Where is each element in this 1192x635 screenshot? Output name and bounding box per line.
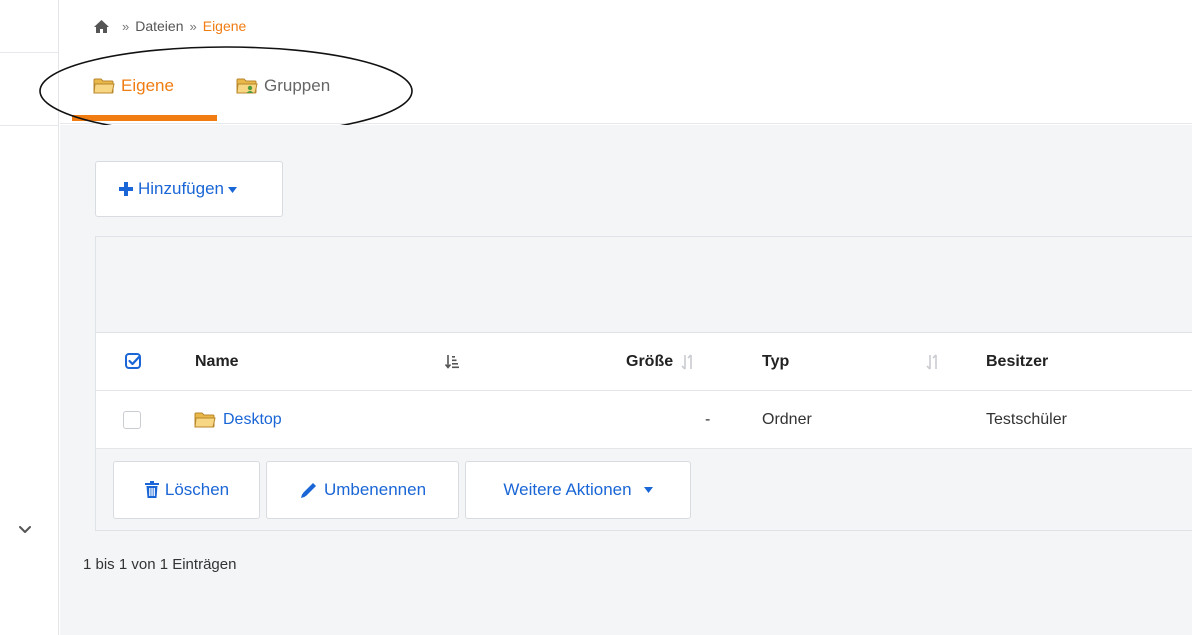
row-select-cell bbox=[123, 391, 141, 448]
chevron-down-icon[interactable] bbox=[14, 518, 36, 540]
breadcrumb-item-eigene[interactable]: Eigene bbox=[203, 18, 247, 34]
trash-icon bbox=[144, 481, 159, 498]
checkbox-all-icon[interactable] bbox=[124, 352, 144, 372]
table-actions: Löschen Umbenennen Weitere Aktionen bbox=[96, 449, 1192, 532]
pagination-info: 1 bis 1 von 1 Einträgen bbox=[83, 556, 237, 573]
column-header-label: Größe bbox=[626, 352, 674, 370]
sort-icon bbox=[445, 354, 459, 369]
file-table-panel: Name Größe Typ Besitzer Desktop - Ordner… bbox=[95, 236, 1192, 531]
caret-down-icon bbox=[643, 487, 653, 493]
breadcrumb-separator: » bbox=[122, 18, 130, 34]
name-sort-control[interactable] bbox=[445, 333, 459, 390]
file-link-desktop[interactable]: Desktop bbox=[223, 411, 282, 429]
typ-sort-control[interactable] bbox=[926, 333, 940, 390]
row-type-cell: Ordner bbox=[762, 410, 812, 428]
sort-icon bbox=[926, 353, 937, 370]
home-icon[interactable] bbox=[93, 19, 110, 34]
table-toolbar-area bbox=[96, 237, 1192, 333]
breadcrumb-separator: » bbox=[189, 18, 197, 34]
table-row[interactable]: Desktop - Ordner Testschüler bbox=[96, 391, 1192, 449]
row-name-cell: Desktop bbox=[194, 391, 282, 448]
row-checkbox[interactable] bbox=[123, 410, 141, 429]
row-size-cell: - bbox=[705, 410, 711, 428]
rename-button[interactable]: Umbenennen bbox=[266, 461, 459, 519]
add-button-label: Hinzufügen bbox=[138, 179, 225, 198]
more-actions-button[interactable]: Weitere Aktionen bbox=[465, 461, 691, 519]
column-header-typ[interactable]: Typ bbox=[762, 333, 789, 390]
delete-button[interactable]: Löschen bbox=[113, 461, 260, 519]
plus-icon bbox=[119, 182, 133, 196]
select-all-cell bbox=[124, 333, 144, 390]
sort-icon bbox=[681, 353, 692, 370]
pencil-icon bbox=[300, 483, 316, 498]
column-header-name[interactable]: Name bbox=[195, 333, 239, 390]
row-owner-cell: Testschüler bbox=[986, 410, 1067, 428]
folder-icon bbox=[194, 412, 216, 427]
caret-down-icon bbox=[228, 187, 238, 193]
add-button[interactable]: Hinzufügen bbox=[95, 161, 283, 217]
breadcrumb-item-dateien[interactable]: Dateien bbox=[135, 18, 183, 34]
table-header: Name Größe Typ Besitzer bbox=[96, 333, 1192, 391]
column-header-besitzer[interactable]: Besitzer bbox=[986, 333, 1048, 390]
delete-button-label: Löschen bbox=[164, 480, 230, 499]
breadcrumb: » Dateien » Eigene bbox=[93, 15, 246, 37]
column-header-groesse[interactable]: Größe bbox=[626, 333, 695, 390]
rename-button-label: Umbenennen bbox=[323, 480, 427, 499]
more-actions-label: Weitere Aktionen bbox=[503, 480, 632, 499]
